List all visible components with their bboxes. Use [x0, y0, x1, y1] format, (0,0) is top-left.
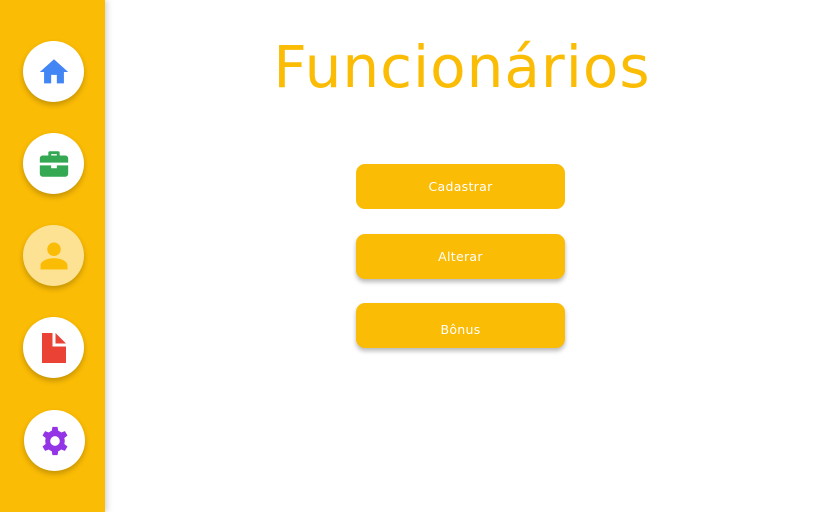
gear-icon — [38, 424, 72, 458]
bonus-button[interactable]: Bônus — [356, 303, 565, 348]
sidebar-item-settings[interactable] — [24, 410, 85, 471]
alterar-button[interactable]: Alterar — [356, 234, 565, 279]
app-window: Funcionários Cadastrar Alterar Bônus — [0, 0, 819, 512]
document-icon — [36, 330, 72, 366]
cadastrar-button[interactable]: Cadastrar — [356, 164, 565, 209]
main-content: Funcionários Cadastrar Alterar Bônus — [105, 0, 819, 512]
sidebar-item-employees[interactable] — [23, 225, 84, 286]
home-icon — [37, 55, 71, 89]
user-icon — [36, 238, 72, 274]
page-title: Funcionários — [273, 33, 651, 101]
sidebar-item-reports[interactable] — [23, 317, 84, 378]
sidebar-item-home[interactable] — [23, 41, 84, 102]
briefcase-icon — [37, 147, 71, 181]
sidebar-item-jobs[interactable] — [23, 133, 84, 194]
sidebar — [0, 0, 105, 512]
